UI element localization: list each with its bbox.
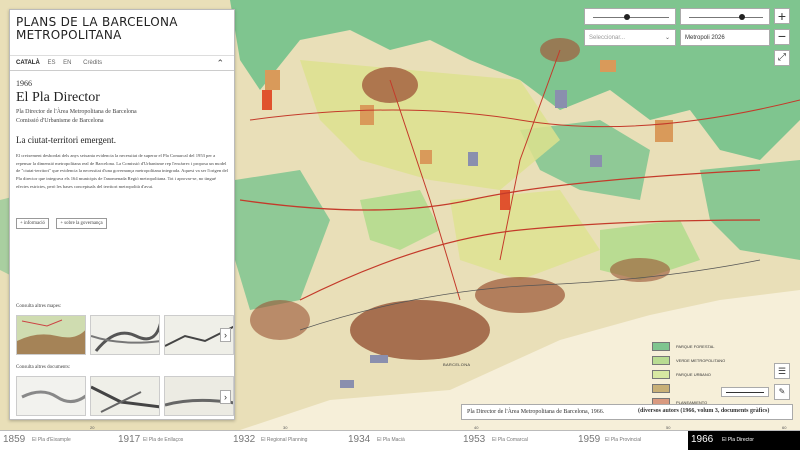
- slider-knob[interactable]: [624, 14, 631, 20]
- info-panel: PLANS DE LA BARCELONA METROPOLITANA CATA…: [9, 9, 235, 420]
- map-thumbnails: [16, 315, 234, 355]
- next-docs-arrow-icon[interactable]: ›: [220, 390, 231, 404]
- legend-label: VERDE METROPOLITANO: [676, 358, 726, 363]
- document-thumbnail[interactable]: [16, 376, 86, 416]
- edit-icon[interactable]: ✎: [774, 384, 790, 400]
- map-select-right-value: Metropoli 2026: [685, 35, 725, 41]
- map-thumbnail[interactable]: [16, 315, 86, 355]
- plan-author: Comissió d'Urbanisme de Barcelona: [16, 118, 104, 124]
- timeline-year: 1934: [348, 434, 371, 445]
- lang-en[interactable]: EN: [63, 60, 71, 66]
- more-info-button[interactable]: + informació: [16, 218, 49, 229]
- chevron-down-icon: ⌄: [664, 35, 670, 41]
- timeline-plan-name: El Pla d'Eixample: [32, 437, 71, 443]
- map-select-left-value: Seleccionar...: [589, 35, 626, 41]
- next-maps-arrow-icon[interactable]: ›: [220, 328, 231, 342]
- slider-track: [689, 17, 763, 18]
- other-docs-label: Consulta altres documents:: [16, 365, 71, 370]
- lang-ca[interactable]: CATALÀ: [16, 60, 40, 66]
- timeline-plan-name: El Pla Provincial: [605, 437, 642, 443]
- timeline-plan-name: El Pla Director: [722, 437, 754, 443]
- section-title: La ciutat-territori emergent.: [16, 135, 117, 145]
- language-bar: CATALÀ ES EN Crèdits ⌃: [10, 55, 234, 71]
- timeline-plan-name: El Pla Macià: [377, 437, 405, 443]
- plan-description: El creixement desbordat dels anys seixan…: [16, 153, 228, 189]
- timeline-item-1932[interactable]: 1932 El Regional Planning: [230, 431, 345, 450]
- timeline-item-1859[interactable]: 1859 El Pla d'Eixample: [0, 431, 115, 450]
- timeline-item-1917[interactable]: 1917 El Pla de Enllaços: [115, 431, 230, 450]
- legend-swatch: [652, 342, 670, 351]
- credits-link[interactable]: Crèdits: [83, 60, 102, 66]
- caption-author: (diversos autors (1966, volum 3, documen…: [638, 408, 770, 414]
- legend-swatch: [652, 370, 670, 379]
- fullscreen-icon[interactable]: ⤢: [774, 50, 790, 66]
- plan-subtitle: Pla Director de l'Àrea Metropolitana de …: [16, 109, 137, 115]
- map-select-left[interactable]: Seleccionar... ⌄: [584, 29, 676, 46]
- timeline-year: 1953: [463, 434, 486, 445]
- other-maps-label: Consulta altres mapes:: [16, 304, 62, 309]
- slider-knob[interactable]: [739, 14, 746, 20]
- scale-bar: [721, 387, 769, 397]
- info-buttons: + informació + sobre la governança: [16, 211, 110, 229]
- document-thumbnails: [16, 376, 234, 416]
- timeline-item-1953[interactable]: 1953 El Pla Comarcal: [460, 431, 575, 450]
- plan-year: 1966: [16, 79, 32, 88]
- timeline-item-1966[interactable]: 1966 El Pla Director: [688, 431, 800, 450]
- scale-line: [726, 392, 764, 393]
- slider-track: [593, 17, 669, 18]
- map-city-label: BARCELONA: [443, 362, 471, 367]
- app-title: PLANS DE LA BARCELONA METROPOLITANA: [16, 15, 178, 42]
- map-select-right[interactable]: Metropoli 2026: [680, 29, 770, 46]
- timeline-bar: 1859 El Pla d'Eixample 1917 El Pla de En…: [0, 430, 800, 450]
- timeline-item-1934[interactable]: 1934 El Pla Macià: [345, 431, 460, 450]
- map-caption: Pla Director de l'Àrea Metropolitana de …: [461, 404, 793, 420]
- plan-title: El Pla Director: [16, 90, 100, 105]
- timeline-year: 1966: [691, 434, 714, 445]
- legend-swatch: [652, 356, 670, 365]
- timeline-year: 1932: [233, 434, 256, 445]
- collapse-chevron-icon[interactable]: ⌃: [216, 58, 224, 69]
- governance-button[interactable]: + sobre la governança: [56, 218, 107, 229]
- timeline-item-1959[interactable]: 1959 El Pla Provincial: [575, 431, 688, 450]
- timeline-year: 1859: [3, 434, 26, 445]
- lang-es[interactable]: ES: [47, 60, 55, 66]
- opacity-slider-right[interactable]: [680, 8, 770, 25]
- zoom-in-button[interactable]: +: [774, 8, 790, 24]
- legend-label: PARQUE URBANO: [676, 372, 711, 377]
- timeline-year: 1959: [578, 434, 601, 445]
- map-thumbnail[interactable]: [90, 315, 160, 355]
- timeline-plan-name: El Pla de Enllaços: [143, 437, 184, 443]
- timeline-year: 1917: [118, 434, 141, 445]
- zoom-out-button[interactable]: −: [774, 29, 790, 45]
- timeline-plan-name: El Regional Planning: [261, 437, 308, 443]
- timeline-plan-name: El Pla Comarcal: [492, 437, 528, 443]
- caption-text: Pla Director de l'Àrea Metropolitana de …: [467, 409, 605, 415]
- document-thumbnail[interactable]: [90, 376, 160, 416]
- opacity-slider-left[interactable]: [584, 8, 676, 25]
- legend-label: PARQUE FORESTAL: [676, 344, 715, 349]
- list-icon[interactable]: ☰: [774, 363, 790, 379]
- legend-swatch: [652, 384, 670, 393]
